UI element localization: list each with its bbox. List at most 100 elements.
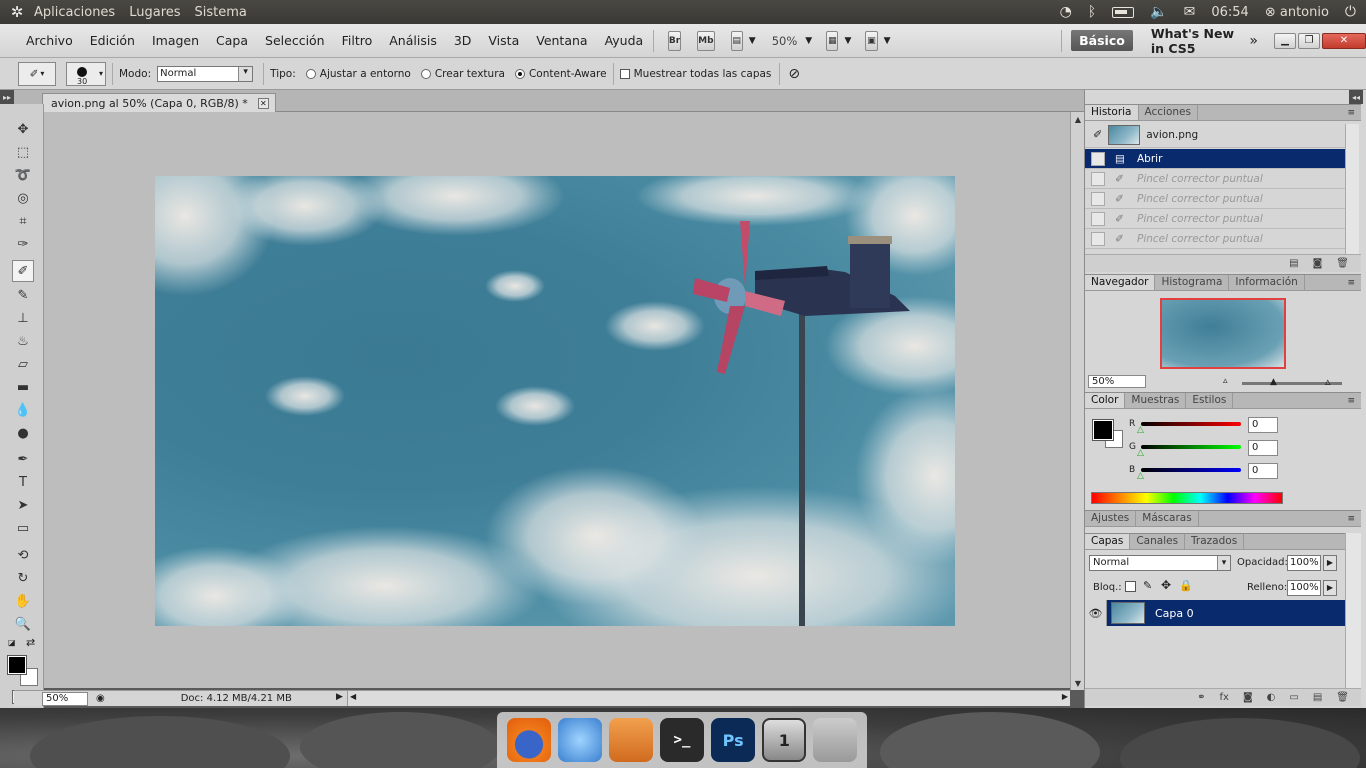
- type-tool-icon[interactable]: T: [12, 471, 34, 493]
- close-button[interactable]: ✕: [1322, 32, 1366, 49]
- document-image[interactable]: [155, 176, 955, 626]
- history-item[interactable]: ✐ Pincel corrector puntual: [1085, 169, 1345, 189]
- minibridge-button[interactable]: Mb: [697, 30, 715, 51]
- pressure-icon[interactable]: ⊘: [788, 66, 800, 82]
- history-source-box[interactable]: [1091, 211, 1105, 226]
- menu-aplicaciones[interactable]: Aplicaciones: [34, 5, 115, 20]
- document-tab[interactable]: avion.png al 50% (Capa 0, RGB/8) * ✕: [42, 93, 276, 112]
- chevron-down-icon[interactable]: ▼: [749, 36, 756, 46]
- brush-tool-icon[interactable]: ✎: [12, 284, 34, 306]
- trash-icon[interactable]: 🗑: [1336, 258, 1349, 269]
- status-menu-arrow-icon[interactable]: ▶: [336, 692, 343, 702]
- history-item[interactable]: ✐ Pincel corrector puntual: [1085, 229, 1345, 249]
- foreground-color-swatch[interactable]: [7, 655, 27, 675]
- tab-trazados[interactable]: Trazados: [1185, 534, 1245, 549]
- status-zoom-input[interactable]: 50%: [42, 691, 88, 706]
- 3d-rotate-tool-icon[interactable]: ⟲: [12, 544, 34, 566]
- panel-menu-icon[interactable]: ≡: [1347, 514, 1355, 524]
- opacity-slider-arrow-icon[interactable]: ▶: [1323, 555, 1337, 571]
- swap-colors-icon[interactable]: ⇄: [26, 636, 35, 649]
- adjustment-layer-icon[interactable]: ◐: [1267, 692, 1276, 703]
- history-source-box[interactable]: [1091, 171, 1105, 186]
- user-menu[interactable]: ⊗ antonio: [1265, 5, 1329, 20]
- history-item[interactable]: ✐ Pincel corrector puntual: [1085, 209, 1345, 229]
- b-value-input[interactable]: 0: [1248, 463, 1278, 479]
- tab-histograma[interactable]: Histograma: [1155, 275, 1230, 290]
- slider-thumb-icon[interactable]: △: [1137, 425, 1144, 435]
- files-folder-icon[interactable]: [608, 718, 653, 762]
- lasso-tool-icon[interactable]: ➰: [12, 164, 34, 186]
- marquee-tool-icon[interactable]: ⬚: [12, 141, 34, 163]
- path-selection-tool-icon[interactable]: ➤: [12, 494, 34, 516]
- lock-all-icon[interactable]: 🔒: [1179, 579, 1193, 592]
- chevron-down-icon[interactable]: ▼: [884, 36, 891, 46]
- photoshop-app-icon[interactable]: Ps: [711, 718, 756, 762]
- firefox-icon[interactable]: [506, 718, 551, 762]
- collapse-tools-icon[interactable]: ▸▸: [0, 90, 14, 104]
- screen-mode-button[interactable]: ▣: [865, 30, 878, 51]
- tab-acciones[interactable]: Acciones: [1139, 105, 1198, 120]
- battery-icon[interactable]: [1112, 6, 1135, 18]
- brush-picker[interactable]: 30 ▾: [66, 61, 106, 86]
- menu-sistema[interactable]: Sistema: [195, 5, 247, 20]
- opacity-input[interactable]: 100%: [1287, 555, 1321, 571]
- tab-navegador[interactable]: Navegador: [1085, 275, 1156, 290]
- workspace-basic-button[interactable]: Básico: [1071, 30, 1133, 51]
- lock-pixels-icon[interactable]: ✎: [1143, 579, 1152, 592]
- navigator-zoom-input[interactable]: 50%: [1088, 375, 1146, 388]
- history-source-box[interactable]: [1091, 151, 1105, 166]
- sample-all-checkbox[interactable]: Muestrear todas las capas: [619, 68, 771, 80]
- eye-icon[interactable]: 👁: [1085, 600, 1107, 626]
- slider-thumb-icon[interactable]: △: [1137, 448, 1144, 458]
- close-document-icon[interactable]: ✕: [257, 97, 269, 109]
- color-fg-swatch[interactable]: [1092, 419, 1114, 441]
- tab-estilos[interactable]: Estilos: [1186, 393, 1234, 408]
- menu-ayuda[interactable]: Ayuda: [605, 33, 644, 48]
- rectangle-tool-icon[interactable]: ▭: [12, 517, 34, 539]
- history-source-box[interactable]: [1091, 231, 1105, 246]
- slider-thumb-icon[interactable]: ▲: [1270, 377, 1277, 387]
- menu-filtro[interactable]: Filtro: [342, 33, 373, 48]
- horizontal-scrollbar[interactable]: ◀ ▶: [347, 691, 1070, 706]
- volume-icon[interactable]: 🔈: [1150, 4, 1167, 20]
- history-item[interactable]: ✐ Pincel corrector puntual: [1085, 189, 1345, 209]
- menu-archivo[interactable]: Archivo: [26, 33, 73, 48]
- default-colors-icon[interactable]: ◪: [8, 638, 16, 647]
- clone-stamp-tool-icon[interactable]: ⊥: [12, 307, 34, 329]
- g-value-input[interactable]: 0: [1248, 440, 1278, 456]
- scroll-up-icon[interactable]: ▲: [1071, 112, 1085, 126]
- tab-mascaras[interactable]: Máscaras: [1136, 511, 1199, 526]
- pen-tool-icon[interactable]: ✒: [12, 448, 34, 470]
- r-slider[interactable]: [1141, 422, 1241, 426]
- fill-input[interactable]: 100%: [1287, 580, 1321, 596]
- crop-tool-icon[interactable]: ⌗: [12, 210, 34, 232]
- quick-selection-tool-icon[interactable]: ◎: [12, 187, 34, 209]
- menu-edicion[interactable]: Edición: [90, 33, 135, 48]
- collapse-panels-icon[interactable]: ◂◂: [1349, 90, 1363, 104]
- type-content-aware-radio[interactable]: Content-Aware: [514, 68, 607, 80]
- add-mask-icon[interactable]: ◙: [1243, 692, 1253, 703]
- menu-analisis[interactable]: Análisis: [389, 33, 437, 48]
- dodge-tool-icon[interactable]: ●: [12, 422, 34, 444]
- spot-healing-brush-tool-icon[interactable]: ✐: [12, 260, 34, 282]
- g-slider[interactable]: [1141, 445, 1241, 449]
- power-icon[interactable]: ⏻: [1345, 4, 1356, 20]
- tab-informacion[interactable]: Información: [1229, 275, 1305, 290]
- workspace-switcher-icon[interactable]: 1: [762, 718, 807, 762]
- tab-historia[interactable]: Historia: [1085, 105, 1139, 120]
- scroll-down-icon[interactable]: ▼: [1071, 676, 1085, 690]
- panel-menu-icon[interactable]: ≡: [1347, 396, 1355, 406]
- zoom-out-icon[interactable]: ▵: [1223, 376, 1228, 386]
- lock-transparency-icon[interactable]: [1125, 581, 1136, 592]
- menu-seleccion[interactable]: Selección: [265, 33, 325, 48]
- b-slider[interactable]: [1141, 468, 1241, 472]
- eyedropper-tool-icon[interactable]: ✑: [12, 233, 34, 255]
- history-scrollbar[interactable]: [1345, 124, 1359, 254]
- extras-button[interactable]: ▤: [730, 30, 743, 51]
- menu-capa[interactable]: Capa: [216, 33, 248, 48]
- tab-color[interactable]: Color: [1085, 393, 1126, 408]
- blend-mode-select[interactable]: Normal ▾: [1089, 555, 1231, 571]
- 3d-orbit-tool-icon[interactable]: ↻: [12, 567, 34, 589]
- share-icon[interactable]: ◉: [96, 693, 105, 704]
- scroll-left-icon[interactable]: ◀: [350, 692, 356, 701]
